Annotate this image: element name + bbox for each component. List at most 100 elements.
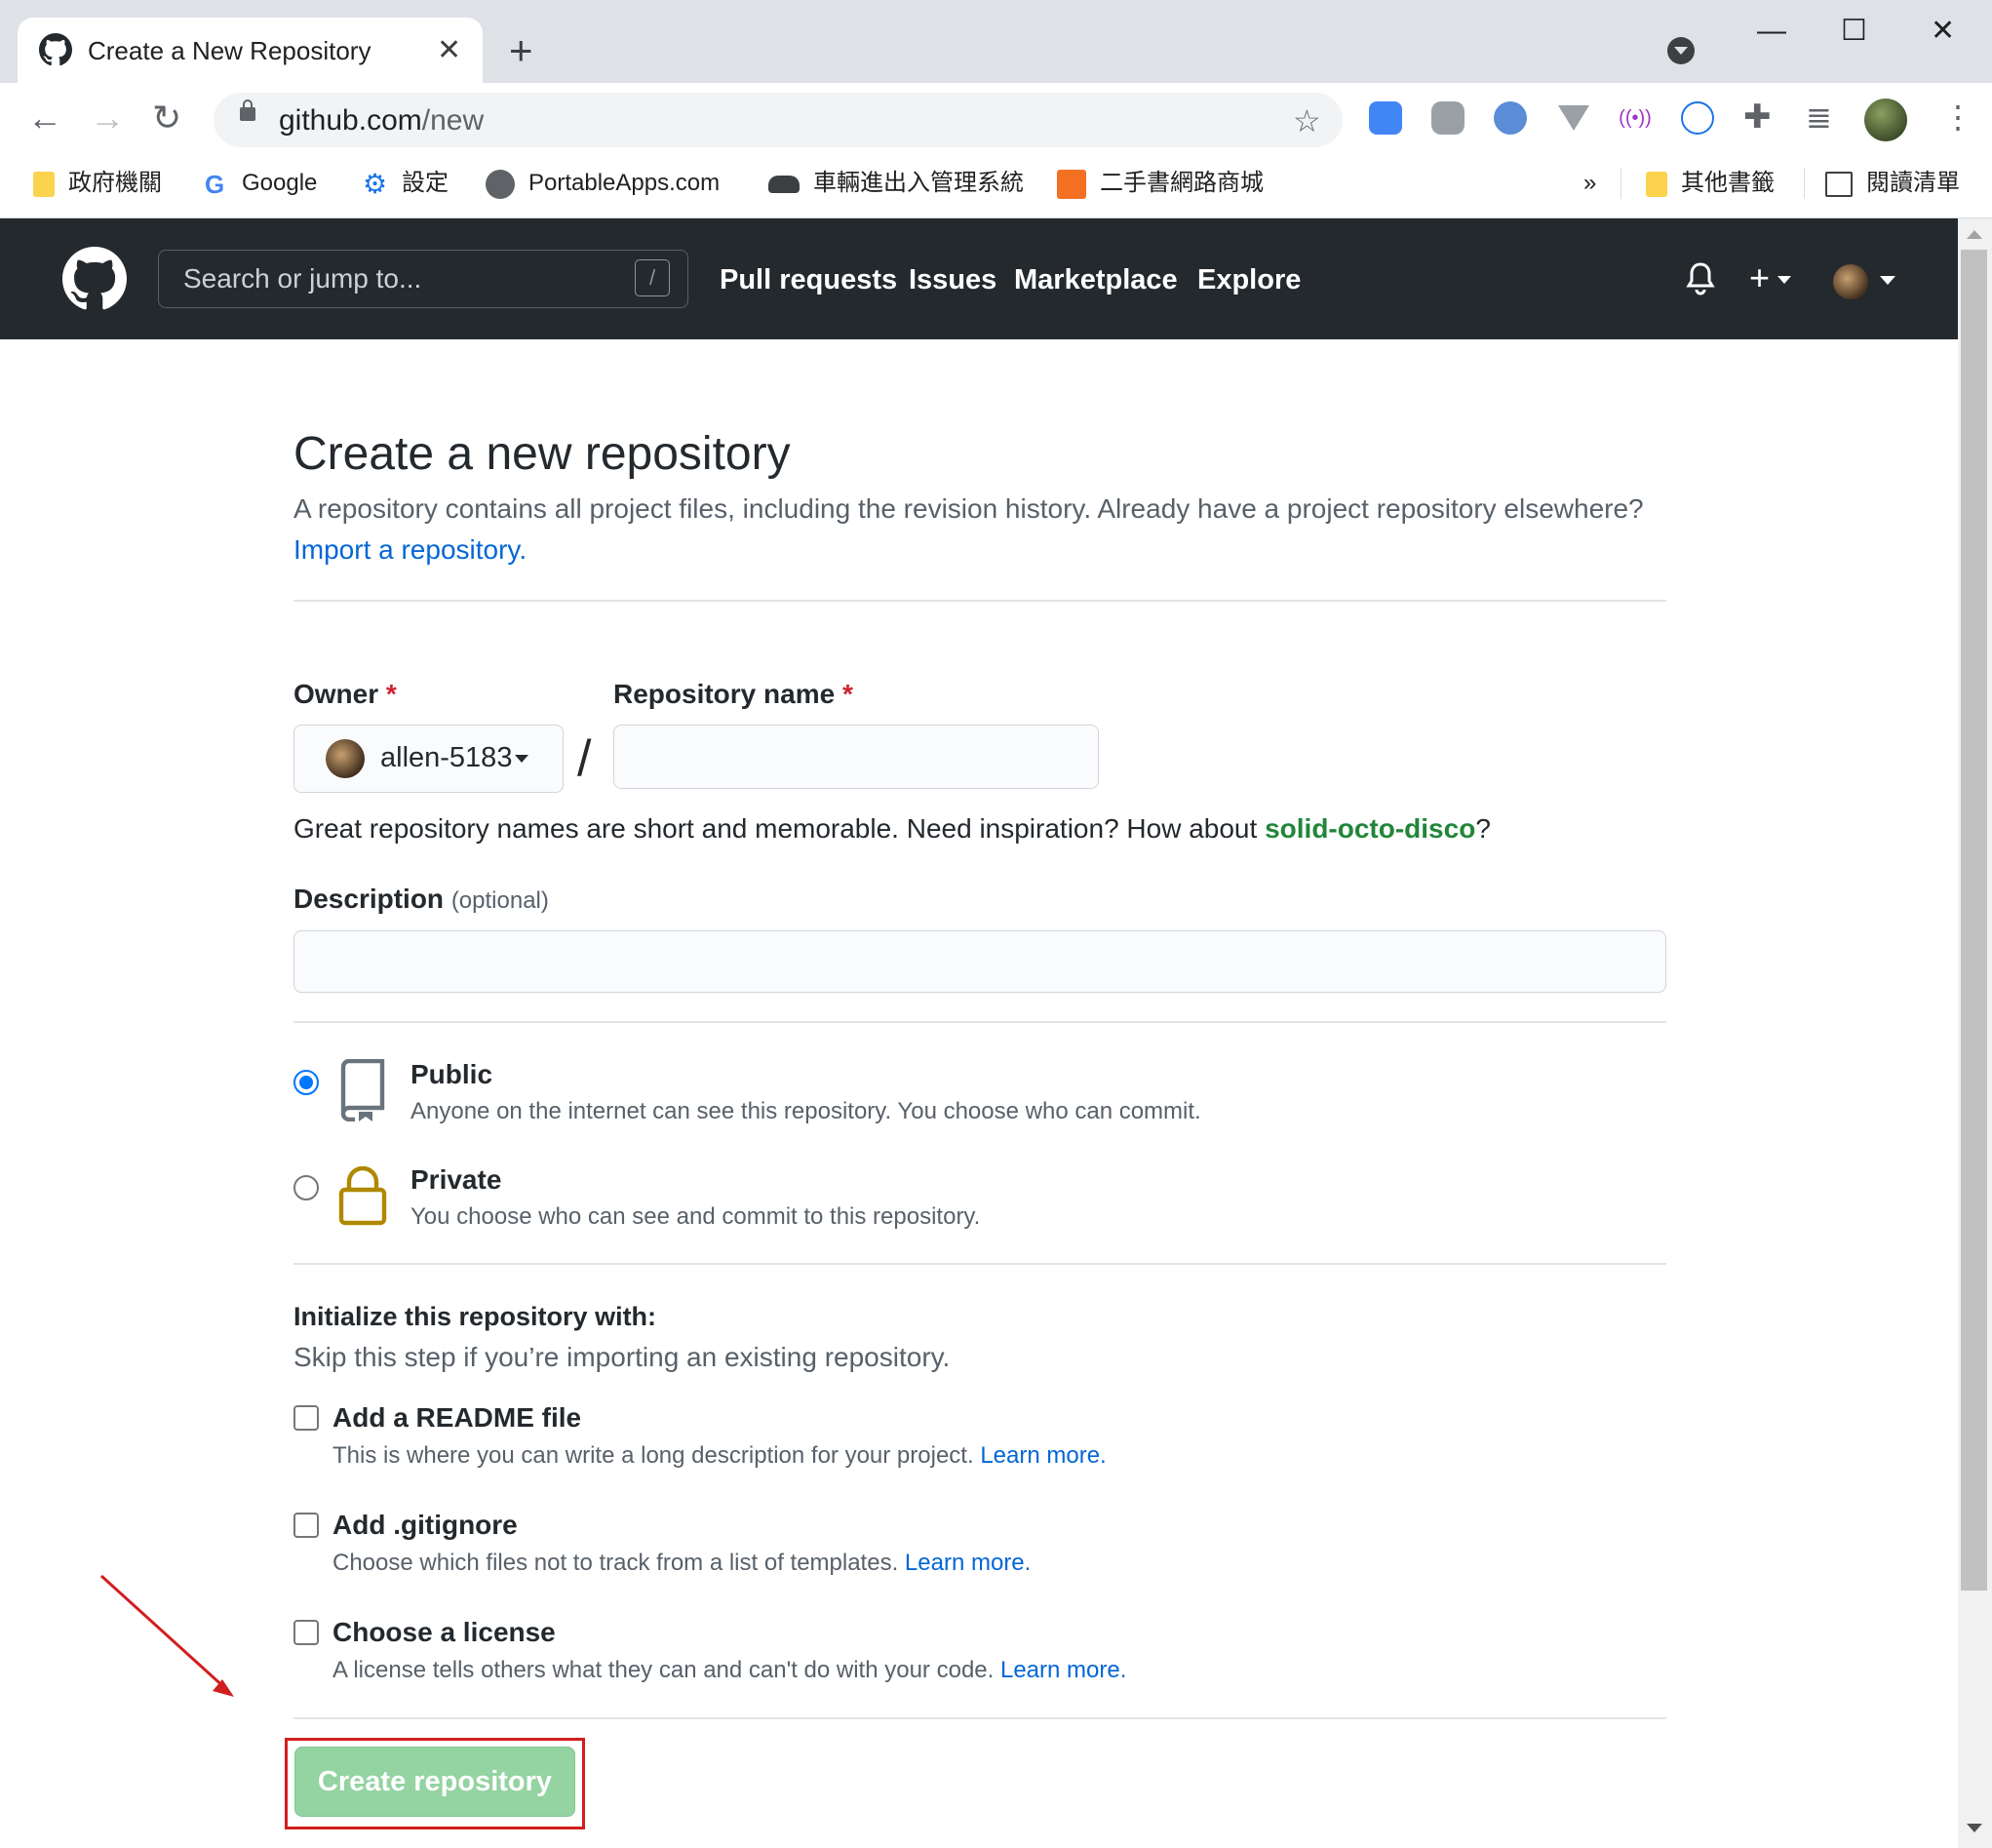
url-text[interactable]: github.com/new	[279, 101, 484, 140]
bookmark-label: 設定	[402, 170, 449, 196]
bookmark-item[interactable]: 政府機關	[33, 166, 162, 201]
scroll-up-arrow-icon[interactable]	[1967, 230, 1982, 239]
shield-extension-icon[interactable]	[1494, 101, 1527, 135]
minimize-button[interactable]: —	[1757, 14, 1786, 49]
owner-label-text: Owner	[293, 679, 379, 709]
bookmark-item[interactable]: 車輛進出入管理系統	[768, 166, 1024, 201]
url-host: github.com	[279, 104, 422, 137]
import-repository-link[interactable]: Import a repository.	[293, 532, 527, 568]
tab-title: Create a New Repository	[88, 36, 371, 65]
reading-list[interactable]: 閱讀清單	[1825, 166, 1960, 201]
owner-avatar	[326, 739, 365, 778]
repository-name-input[interactable]	[613, 725, 1099, 789]
gitignore-checkbox[interactable]	[293, 1513, 319, 1538]
description-label: Description (optional)	[293, 882, 549, 919]
tab-close-icon[interactable]: ✕	[437, 33, 461, 68]
section-divider	[293, 600, 1666, 602]
required-asterisk: *	[385, 679, 397, 709]
line-extension-icon[interactable]	[1431, 101, 1465, 135]
forward-arrow-icon[interactable]: →	[90, 96, 125, 140]
create-new-dropdown[interactable]: +	[1749, 256, 1792, 300]
section-divider	[293, 1717, 1666, 1719]
name-suggestion-link[interactable]: solid-octo-disco	[1265, 813, 1475, 844]
bookmark-label: Google	[242, 170, 318, 196]
required-asterisk: *	[841, 679, 853, 709]
description-input[interactable]	[293, 930, 1666, 993]
license-description-text: A license tells others what they can and…	[332, 1657, 995, 1683]
private-radio[interactable]	[293, 1175, 319, 1200]
broadcast-extension-icon[interactable]: ((•))	[1619, 101, 1652, 135]
public-description: Anyone on the internet can see this repo…	[410, 1098, 1201, 1124]
plus-icon: +	[1749, 257, 1771, 297]
user-avatar[interactable]	[1833, 264, 1868, 299]
nav-issues[interactable]: Issues	[909, 261, 996, 298]
bookmark-label: PortableApps.com	[528, 170, 721, 196]
github-logo-icon[interactable]	[62, 247, 127, 311]
gitignore-title: Add .gitignore	[332, 1510, 518, 1540]
repository-name-label-text: Repository name	[613, 679, 836, 709]
section-divider	[293, 1263, 1666, 1265]
license-checkbox[interactable]	[293, 1620, 319, 1645]
page-subtitle: A repository contains all project files,…	[293, 493, 1644, 524]
bookmark-item[interactable]: G Google	[205, 166, 317, 201]
share-extension-icon[interactable]	[1681, 101, 1714, 135]
owner-repo-separator: /	[577, 730, 592, 787]
reading-list-icon	[1825, 171, 1853, 197]
scroll-down-arrow-icon[interactable]	[1967, 1824, 1982, 1832]
portableapps-icon	[486, 169, 515, 199]
public-title: Public	[410, 1059, 493, 1089]
search-placeholder: Search or jump to...	[183, 263, 422, 294]
media-queue-icon[interactable]: ≣	[1806, 98, 1832, 137]
folder-icon	[33, 171, 55, 197]
gear-icon: ⚙	[363, 168, 388, 199]
vue-extension-icon[interactable]	[1558, 105, 1589, 131]
lock-icon[interactable]	[240, 99, 255, 121]
nav-explore[interactable]: Explore	[1197, 261, 1301, 298]
learn-more-link[interactable]: Learn more.	[980, 1442, 1106, 1469]
bookmark-label: 二手書網路商城	[1100, 170, 1264, 196]
new-tab-button[interactable]: +	[509, 27, 533, 74]
name-hint-end: ?	[1475, 813, 1491, 844]
learn-more-link[interactable]: Learn more.	[905, 1550, 1031, 1576]
bookmark-star-icon[interactable]: ☆	[1293, 101, 1321, 140]
chrome-menu-icon[interactable]: ⋮	[1942, 98, 1973, 137]
bookmark-item[interactable]: 二手書網路商城	[1057, 166, 1264, 201]
maximize-button[interactable]: ☐	[1841, 14, 1867, 49]
car-icon	[768, 175, 800, 193]
license-title: Choose a license	[332, 1617, 556, 1647]
caret-down-icon[interactable]	[1880, 276, 1895, 285]
back-arrow-icon[interactable]: ←	[27, 96, 62, 140]
nav-marketplace[interactable]: Marketplace	[1014, 261, 1178, 298]
public-radio[interactable]	[293, 1070, 319, 1095]
close-window-button[interactable]: ✕	[1931, 14, 1955, 49]
other-bookmarks[interactable]: 其他書籤	[1646, 166, 1775, 201]
reload-icon[interactable]: ↻	[152, 96, 181, 140]
url-path: /new	[421, 104, 485, 137]
bookmarks-overflow-button[interactable]: »	[1583, 166, 1596, 201]
caret-down-icon	[1777, 276, 1792, 285]
nav-pull-requests[interactable]: Pull requests	[720, 261, 897, 298]
init-title: Initialize this repository with:	[293, 1302, 657, 1331]
name-hint-text: Great repository names are short and mem…	[293, 813, 1266, 844]
annotation-arrow	[99, 1574, 234, 1697]
license-description: A license tells others what they can and…	[332, 1655, 1126, 1686]
readme-checkbox[interactable]	[293, 1405, 319, 1431]
profile-avatar[interactable]	[1864, 98, 1907, 141]
tab-search-icon[interactable]	[1667, 37, 1695, 64]
bookmark-label: 車輛進出入管理系統	[813, 170, 1024, 196]
bookmark-item[interactable]: ⚙ 設定	[363, 166, 449, 201]
owner-value: allen-5183	[380, 742, 513, 773]
gitignore-description-text: Choose which files not to track from a l…	[332, 1550, 899, 1576]
bookmark-item[interactable]: PortableApps.com	[486, 166, 720, 201]
repo-book-icon	[340, 1059, 385, 1121]
reading-list-label: 閱讀清單	[1866, 170, 1960, 196]
extensions-puzzle-icon[interactable]: ✚	[1743, 98, 1772, 137]
learn-more-link[interactable]: Learn more.	[1000, 1657, 1126, 1683]
google-translate-extension-icon[interactable]	[1369, 101, 1402, 135]
notifications-bell-icon[interactable]	[1685, 261, 1716, 296]
bookmark-label: 政府機關	[68, 170, 162, 196]
search-shortcut-key: /	[635, 259, 670, 296]
scrollbar-thumb[interactable]	[1961, 250, 1987, 1591]
bookmarks-divider	[1804, 168, 1805, 199]
other-bookmarks-label: 其他書籤	[1681, 170, 1775, 196]
